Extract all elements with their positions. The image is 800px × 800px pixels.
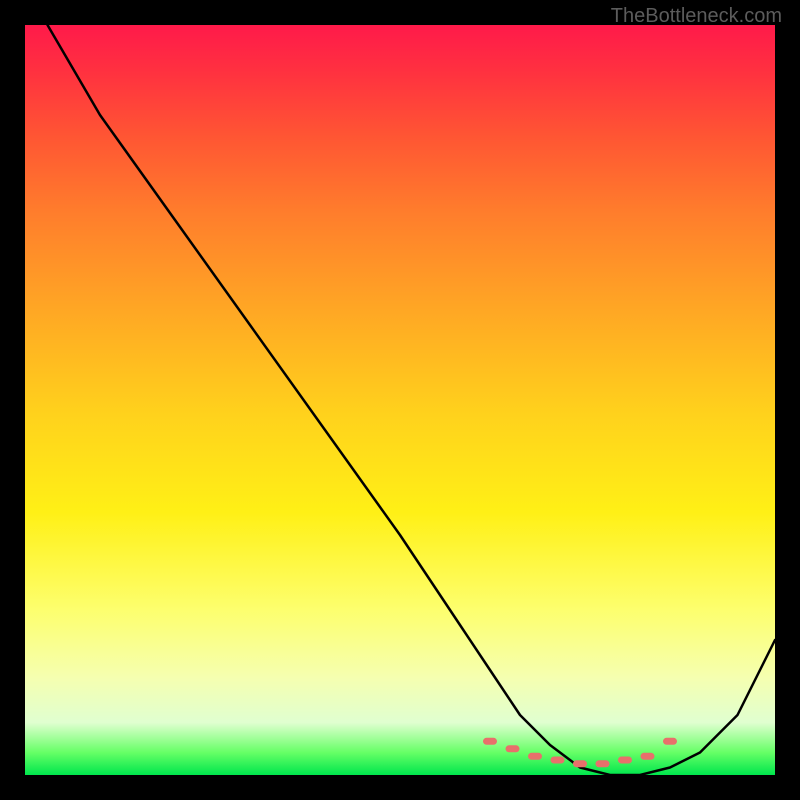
watermark-text: TheBottleneck.com [611,5,782,28]
plot-area [25,25,775,775]
curve-line [48,25,776,775]
chart-container: TheBottleneck.com [0,0,800,800]
marker-dots [483,738,677,768]
chart-svg [25,25,775,775]
